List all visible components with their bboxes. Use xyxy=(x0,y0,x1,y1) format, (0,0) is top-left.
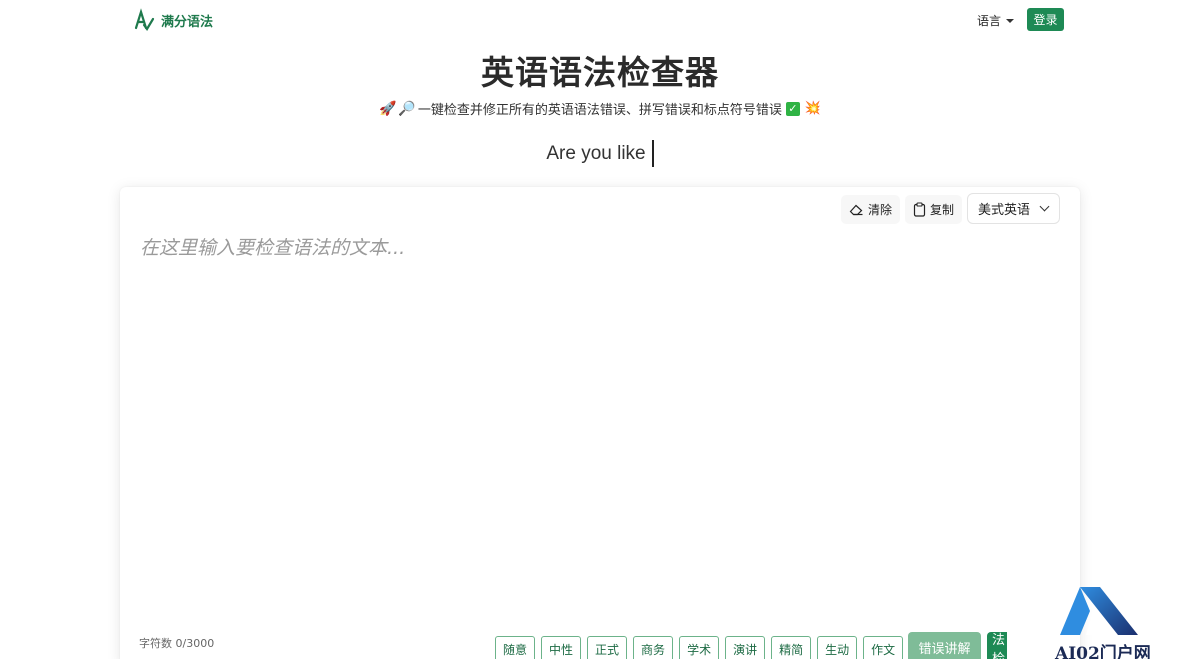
dialect-selected: 美式英语 xyxy=(978,203,1031,218)
subtitle: 🚀 🔎 一键检查并修正所有的英语语法错误、拼写错误和标点符号错误 ✓ 💥 xyxy=(0,99,1200,119)
typing-text: Are you like xyxy=(546,142,646,164)
style-chip[interactable]: 随意 xyxy=(495,636,536,659)
text-cursor xyxy=(651,140,654,167)
error-explain-button[interactable]: 错误讲解 xyxy=(908,632,981,659)
rocket-icon: 🚀 xyxy=(378,100,397,117)
grammar-check-button[interactable]: 语法检查 xyxy=(987,632,1007,659)
brand-name: 满分语法 xyxy=(161,14,214,30)
clear-button[interactable]: 清除 xyxy=(841,195,901,224)
style-chips: 随意 中性 正式 商务 学术 演讲 精简 生动 作文 xyxy=(495,636,904,659)
copy-button[interactable]: 复制 xyxy=(905,195,963,224)
editor-card: 清除 复制 美式英语 字符数 0/3000 随意 中性 正式 商务 学术 演讲 … xyxy=(120,187,1080,659)
magnifier-icon: 🔎 xyxy=(398,100,416,117)
watermark-text: AI02门户网 xyxy=(1055,644,1151,659)
eraser-icon xyxy=(849,204,863,216)
style-chip[interactable]: 商务 xyxy=(633,636,674,659)
dialect-select[interactable]: 美式英语 xyxy=(967,193,1060,224)
subtitle-text: 一键检查并修正所有的英语语法错误、拼写错误和标点符号错误 xyxy=(417,103,782,118)
style-chip[interactable]: 学术 xyxy=(679,636,720,659)
login-button[interactable]: 登录 xyxy=(1027,8,1064,31)
text-input[interactable] xyxy=(140,233,1060,623)
brand-logo[interactable]: 满分语法 xyxy=(133,8,213,32)
caret-down-icon xyxy=(1006,18,1015,23)
copy-label: 复制 xyxy=(930,203,955,217)
char-count: 字符数 0/3000 xyxy=(139,637,215,650)
clear-label: 清除 xyxy=(868,203,893,217)
style-chip[interactable]: 生动 xyxy=(817,636,858,659)
logo-icon xyxy=(134,8,155,31)
style-chip[interactable]: 正式 xyxy=(587,636,628,659)
chevron-down-icon xyxy=(1039,201,1050,212)
burst-icon: 💥 xyxy=(804,101,822,116)
clipboard-icon xyxy=(913,202,926,217)
language-label: 语言 xyxy=(977,14,1002,28)
style-chip[interactable]: 演讲 xyxy=(725,636,766,659)
style-chip[interactable]: 中性 xyxy=(541,636,582,659)
style-chip[interactable]: 作文 xyxy=(863,636,904,659)
typing-demo: Are you like xyxy=(0,140,1200,167)
language-dropdown[interactable]: 语言 xyxy=(977,12,1015,29)
check-box-icon: ✓ xyxy=(785,101,800,116)
page-title: 英语语法检查器 xyxy=(481,53,719,92)
style-chip[interactable]: 精简 xyxy=(771,636,812,659)
